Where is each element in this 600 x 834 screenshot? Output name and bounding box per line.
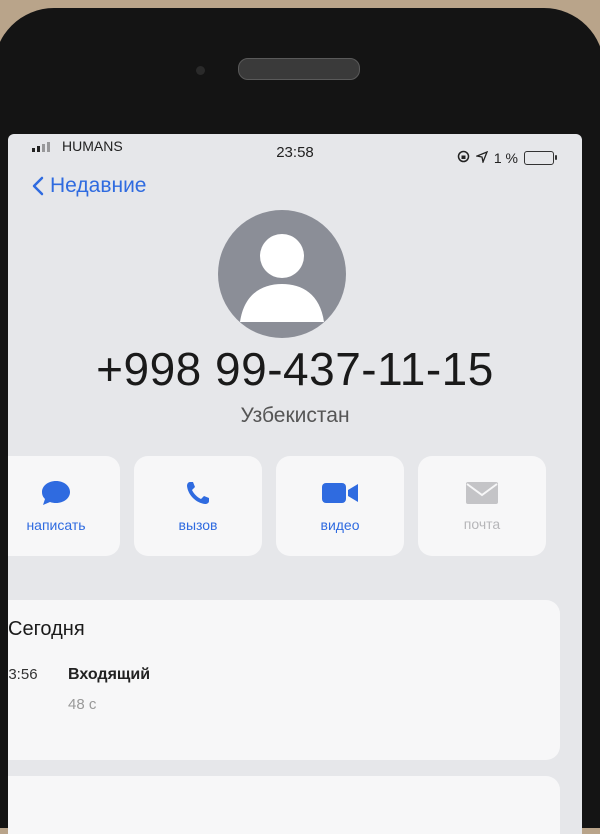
front-camera (196, 66, 205, 75)
call-type: Входящий (68, 666, 151, 683)
contact-avatar-icon (218, 210, 346, 338)
mail-button[interactable]: почта (418, 456, 546, 556)
back-label: Недавние (50, 174, 147, 197)
call-history-section: Сегодня 23:56 Входящий 48 с (8, 600, 560, 760)
video-camera-icon (322, 483, 358, 503)
earpiece-speaker (238, 58, 360, 80)
mail-label: почта (463, 516, 501, 532)
contact-phone-number: +998 99-437-11-15 (96, 343, 494, 395)
back-button[interactable]: Недавние (32, 174, 146, 198)
video-button[interactable]: видео (276, 456, 404, 556)
next-section-card (8, 776, 560, 834)
location-arrow-icon (474, 150, 489, 166)
contact-country: Узбекистан (240, 404, 350, 427)
phone-screen: HUMANS 23:58 1 % Недавние +998 99-437-11… (8, 134, 582, 834)
orientation-lock-icon (457, 150, 470, 166)
mail-envelope-icon (466, 482, 498, 504)
call-duration: 48 с (68, 696, 97, 713)
phone-handset-icon (187, 482, 209, 504)
battery-icon (524, 151, 557, 165)
status-indicators: 1 % (457, 150, 557, 166)
call-time: 23:56 (8, 666, 38, 683)
message-label: написать (26, 517, 86, 533)
chevron-left-icon (32, 176, 44, 196)
status-bar: HUMANS 23:58 1 % (8, 134, 582, 174)
message-button[interactable]: написать (8, 456, 120, 556)
contact-actions: написать вызов видео почта (8, 456, 546, 556)
video-label: видео (320, 517, 360, 533)
call-button[interactable]: вызов (134, 456, 262, 556)
call-label: вызов (178, 517, 218, 533)
battery-percentage: 1 % (493, 150, 518, 166)
section-title: Сегодня (8, 618, 85, 640)
message-bubble-icon (42, 481, 70, 505)
